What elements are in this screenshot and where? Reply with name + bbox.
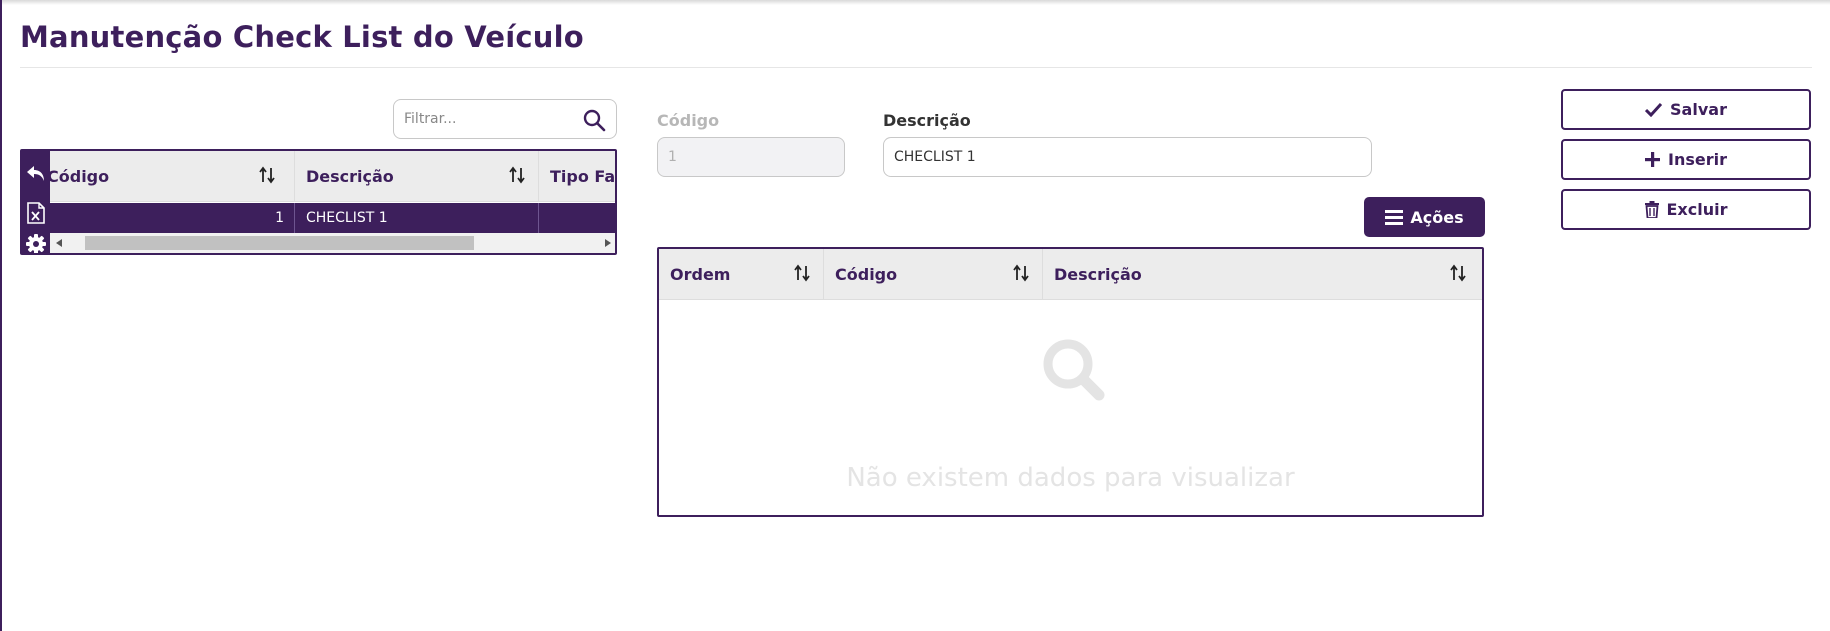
save-label: Salvar <box>1670 100 1727 119</box>
undo-icon[interactable] <box>25 163 47 185</box>
cell-tipo <box>539 203 615 233</box>
plus-icon <box>1645 152 1660 167</box>
top-shadow <box>0 0 1830 5</box>
title-divider <box>20 67 1812 68</box>
column-header-descricao[interactable]: Descrição <box>1043 249 1482 300</box>
cell-descricao: CHECLIST 1 <box>295 203 539 233</box>
scrollbar-thumb[interactable] <box>85 236 474 250</box>
save-button[interactable]: Salvar <box>1561 89 1811 130</box>
codigo-label: Código <box>657 111 720 130</box>
scroll-right-icon[interactable] <box>605 239 611 247</box>
menu-icon <box>1385 209 1404 225</box>
insert-button[interactable]: Inserir <box>1561 139 1811 180</box>
column-header-codigo[interactable]: Código <box>824 249 1043 300</box>
column-label: Descrição <box>306 167 394 186</box>
gear-icon[interactable] <box>25 233 47 253</box>
column-label: Tipo Fam <box>550 167 616 186</box>
page-title: Manutenção Check List do Veículo <box>20 20 584 54</box>
codigo-field <box>657 137 845 177</box>
sort-icon[interactable] <box>509 166 525 184</box>
left-edge-border <box>0 0 2 631</box>
descricao-field[interactable] <box>883 137 1372 177</box>
column-label: Ordem <box>670 265 731 284</box>
insert-label: Inserir <box>1668 150 1727 169</box>
column-header-ordem[interactable]: Ordem <box>659 249 824 300</box>
empty-message: Não existem dados para visualizar <box>846 463 1295 493</box>
empty-search-icon <box>1043 339 1105 401</box>
search-icon[interactable] <box>582 108 606 132</box>
table-row[interactable]: 1 CHECLIST 1 <box>22 203 615 233</box>
grid-toolbar <box>22 151 50 253</box>
sort-icon[interactable] <box>259 166 275 184</box>
acoes-label: Ações <box>1410 207 1464 227</box>
horizontal-scrollbar[interactable] <box>50 233 615 253</box>
sort-icon[interactable] <box>1450 264 1466 282</box>
checklist-grid: Código Descrição Tipo Fam 1 CHECLIST 1 <box>20 149 617 255</box>
acoes-button[interactable]: Ações <box>1364 197 1485 237</box>
excel-export-icon[interactable] <box>25 202 47 224</box>
column-header-tipo[interactable]: Tipo Fam <box>539 151 616 202</box>
delete-button[interactable]: Excluir <box>1561 189 1811 230</box>
column-label: Código <box>835 265 898 284</box>
column-label: Código <box>47 167 110 186</box>
column-header-descricao[interactable]: Descrição <box>295 151 539 202</box>
descricao-label: Descrição <box>883 111 971 130</box>
column-header-codigo[interactable]: Código <box>47 151 295 202</box>
check-icon <box>1645 102 1663 117</box>
sort-icon[interactable] <box>1013 264 1029 282</box>
sort-icon[interactable] <box>794 264 810 282</box>
delete-label: Excluir <box>1666 200 1728 219</box>
scroll-left-icon[interactable] <box>56 239 62 247</box>
cell-codigo: 1 <box>50 203 295 233</box>
trash-icon <box>1644 201 1659 218</box>
column-label: Descrição <box>1054 265 1142 284</box>
filter-box <box>393 99 617 139</box>
filter-input[interactable] <box>404 100 574 138</box>
checklist-items-grid: Ordem Código Descrição Não existem dados… <box>657 247 1484 517</box>
